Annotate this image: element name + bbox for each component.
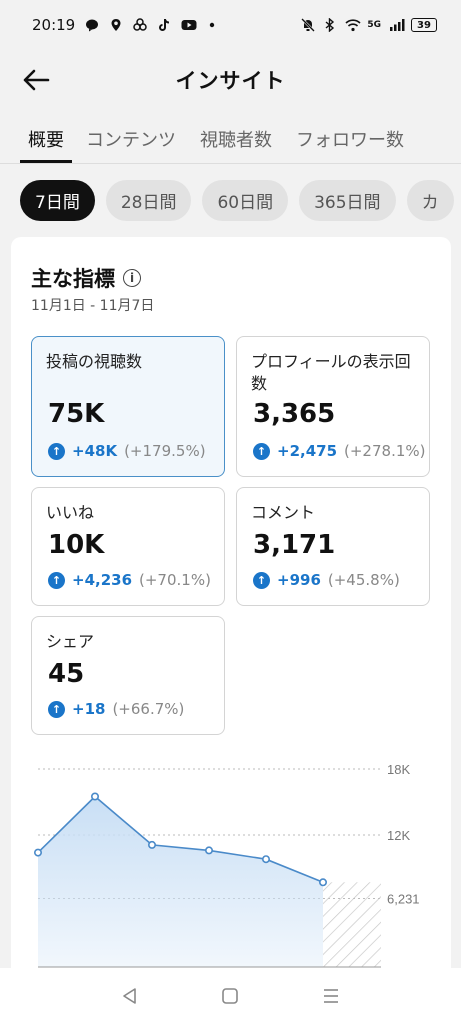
page-title: インサイト (175, 69, 286, 93)
chart-point (262, 855, 271, 864)
metric-change-percent: (+278.1%) (344, 442, 426, 460)
tab-content[interactable]: コンテンツ (76, 118, 186, 163)
views-chart-svg: 18K 12K 6,231 (33, 762, 420, 968)
metric-value: 75K (48, 399, 105, 429)
chart-ytick-label: 6,231 (387, 891, 420, 906)
metric-change: ↑ +2,475 (+278.1%) (253, 442, 425, 460)
chart-point (148, 840, 157, 849)
arrow-up-icon: ↑ (253, 571, 270, 589)
chart-area (38, 796, 323, 967)
status-right: 5G 39 (301, 17, 437, 33)
arrow-left-icon (23, 69, 50, 91)
tab-bar: 概要 コンテンツ 視聴者数 フォロワー数 (0, 118, 461, 164)
views-chart[interactable]: 18K 12K 6,231 (11, 757, 451, 987)
metric-value: 10K (48, 530, 105, 560)
mute-bell-icon (301, 18, 316, 32)
card-title: 主な指標 (31, 267, 115, 291)
metric-label: プロフィールの表示回数 (251, 352, 411, 393)
period-selector: 7日間 28日間 60日間 365日間 カ (20, 180, 461, 221)
triangle-back-icon (123, 988, 136, 1004)
status-bar: 20:19 5G 39 (0, 0, 461, 50)
wifi-icon (345, 18, 361, 32)
signal-icon (389, 18, 405, 32)
metric-change-percent: (+45.8%) (327, 571, 400, 589)
period-chip-28d[interactable]: 28日間 (105, 180, 192, 221)
metric-change-percent: (+66.7%) (112, 700, 185, 718)
line-app-icon (85, 18, 99, 32)
chart-ytick-label: 18K (387, 762, 410, 777)
metric-label: シェア (46, 632, 95, 651)
youtube-icon (181, 18, 197, 32)
square-home-icon (222, 988, 239, 1004)
battery-indicator: 39 (411, 18, 437, 32)
menu-lines-icon (323, 989, 338, 1003)
period-chip-custom[interactable]: カ (406, 180, 454, 221)
metric-change-percent: (+70.1%) (139, 571, 211, 589)
tab-followers[interactable]: フォロワー数 (286, 118, 414, 163)
metric-card-profile-views[interactable]: プロフィールの表示回数 3,365 ↑ +2,475 (+278.1%) (236, 336, 430, 477)
metric-card-post-views[interactable]: 投稿の視聴数 75K ↑ +48K (+179.5%) (31, 336, 225, 477)
date-range: 11月1日 - 11月7日 (31, 298, 155, 314)
arrow-up-icon: ↑ (253, 442, 270, 460)
metric-change: ↑ +996 (+45.8%) (253, 571, 400, 589)
chart-incomplete-region (323, 882, 381, 967)
metric-change: ↑ +18 (+66.7%) (48, 700, 184, 718)
tab-overview[interactable]: 概要 (20, 118, 72, 163)
metric-label: コメント (251, 503, 316, 522)
period-chip-60d[interactable]: 60日間 (202, 180, 289, 221)
metric-change-value: +18 (72, 700, 106, 718)
chart-point (33, 848, 42, 857)
arrow-up-icon: ↑ (48, 700, 65, 718)
metric-card-likes[interactable]: いいね 10K ↑ +4,236 (+70.1%) (31, 487, 225, 606)
period-chip-365d[interactable]: 365日間 (299, 180, 396, 221)
metric-card-comments[interactable]: コメント 3,171 ↑ +996 (+45.8%) (236, 487, 430, 606)
more-notifications-dot-icon (205, 18, 219, 32)
system-nav-bar (0, 968, 461, 1024)
status-left: 20:19 (32, 16, 219, 34)
card-title-row: 主な指標 i (31, 263, 141, 293)
info-icon[interactable]: i (123, 269, 141, 287)
tiktok-icon (157, 18, 171, 32)
metric-label: いいね (46, 503, 95, 522)
pinwheel-app-icon (133, 18, 147, 32)
key-metrics-card: 主な指標 i 11月1日 - 11月7日 投稿の視聴数 75K ↑ +48K (… (11, 237, 451, 1024)
app-header: インサイト (0, 50, 461, 110)
period-chip-7d[interactable]: 7日間 (20, 180, 95, 221)
arrow-up-icon: ↑ (48, 442, 65, 460)
metric-label: 投稿の視聴数 (46, 352, 143, 371)
metric-change-value: +48K (72, 442, 118, 460)
chart-ytick-label: 12K (387, 828, 410, 843)
tab-viewers[interactable]: 視聴者数 (190, 118, 282, 163)
location-icon (109, 18, 123, 32)
metric-change-value: +996 (277, 571, 321, 589)
nav-recents-button[interactable] (311, 976, 351, 1016)
status-time: 20:19 (32, 16, 76, 34)
bluetooth-icon (323, 17, 337, 33)
chart-point (318, 878, 327, 887)
metric-change: ↑ +48K (+179.5%) (48, 442, 206, 460)
metric-value: 3,171 (253, 530, 336, 560)
metric-change-percent: (+179.5%) (124, 442, 206, 460)
metric-change-value: +2,475 (277, 442, 338, 460)
nav-back-button[interactable] (110, 976, 150, 1016)
metric-value: 3,365 (253, 399, 336, 429)
arrow-up-icon: ↑ (48, 571, 65, 589)
chart-point (91, 792, 100, 801)
metric-change: ↑ +4,236 (+70.1%) (48, 571, 211, 589)
nav-home-button[interactable] (210, 976, 250, 1016)
metric-value: 45 (48, 659, 85, 689)
back-button[interactable] (20, 64, 52, 96)
metric-card-shares[interactable]: シェア 45 ↑ +18 (+66.7%) (31, 616, 225, 735)
network-type: 5G (367, 19, 381, 30)
chart-point (205, 846, 214, 855)
metric-change-value: +4,236 (72, 571, 133, 589)
